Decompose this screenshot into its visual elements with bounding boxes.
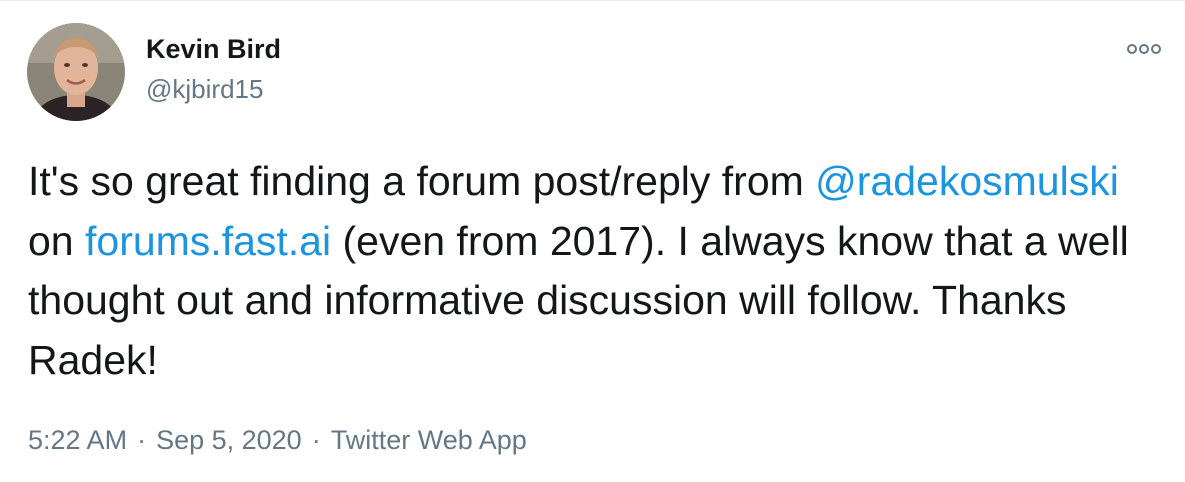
tweet-card: Kevin Bird @kjbird15 It's so great findi… xyxy=(0,0,1185,482)
tweet-text-part: on xyxy=(28,217,85,264)
meta-separator: · xyxy=(137,425,147,455)
mention-link[interactable]: @radekosmulski xyxy=(815,158,1119,204)
tweet-date[interactable]: Sep 5, 2020 xyxy=(156,425,302,455)
tweet-text: It's so great finding a forum post/reply… xyxy=(28,152,1163,390)
meta-separator: · xyxy=(311,425,321,455)
avatar[interactable] xyxy=(27,23,125,121)
tweet-text-part: It's so great finding a forum post/reply… xyxy=(28,158,816,204)
avatar-image xyxy=(27,23,125,121)
tweet-meta: 5:22 AM · Sep 5, 2020 · Twitter Web App xyxy=(28,422,527,458)
more-options-icon[interactable] xyxy=(1124,37,1164,61)
user-handle[interactable]: @kjbird15 xyxy=(146,72,263,106)
display-name[interactable]: Kevin Bird xyxy=(146,32,281,66)
url-link[interactable]: forums.fast.ai xyxy=(85,218,331,264)
tweet-source[interactable]: Twitter Web App xyxy=(331,425,527,455)
tweet-time[interactable]: 5:22 AM xyxy=(28,425,127,455)
